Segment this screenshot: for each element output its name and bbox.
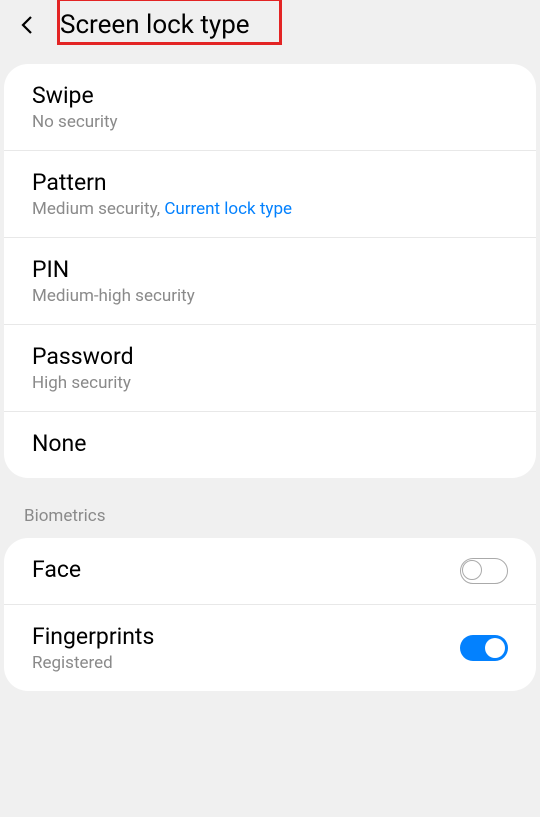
biometrics-section-header: Biometrics [0, 478, 540, 534]
item-title: Fingerprints [32, 623, 448, 650]
biometric-fingerprints[interactable]: Fingerprints Registered [4, 605, 536, 691]
item-title: Pattern [32, 169, 508, 196]
lock-type-swipe[interactable]: Swipe No security [4, 64, 536, 151]
item-title: Face [32, 556, 448, 583]
biometric-face[interactable]: Face [4, 538, 536, 605]
biometrics-card: Face Fingerprints Registered [4, 538, 536, 691]
item-subtitle: Registered [32, 653, 448, 673]
item-subtitle: No security [32, 112, 508, 132]
lock-types-card: Swipe No security Pattern Medium securit… [4, 64, 536, 478]
lock-type-pattern[interactable]: Pattern Medium security, Current lock ty… [4, 151, 536, 238]
item-title: Password [32, 343, 508, 370]
lock-type-password[interactable]: Password High security [4, 325, 536, 412]
item-subtitle: Medium-high security [32, 286, 508, 306]
header-bar: Screen lock type [0, 0, 540, 50]
item-subtitle: High security [32, 373, 508, 393]
toggle-face[interactable] [460, 558, 508, 584]
lock-type-pin[interactable]: PIN Medium-high security [4, 238, 536, 325]
back-icon[interactable] [16, 13, 40, 37]
toggle-fingerprints[interactable] [460, 635, 508, 661]
page-title: Screen lock type [60, 10, 250, 40]
item-title: None [32, 430, 508, 457]
item-subtitle: Medium security, Current lock type [32, 199, 508, 219]
item-title: Swipe [32, 82, 508, 109]
item-title: PIN [32, 256, 508, 283]
lock-type-none[interactable]: None [4, 412, 536, 478]
